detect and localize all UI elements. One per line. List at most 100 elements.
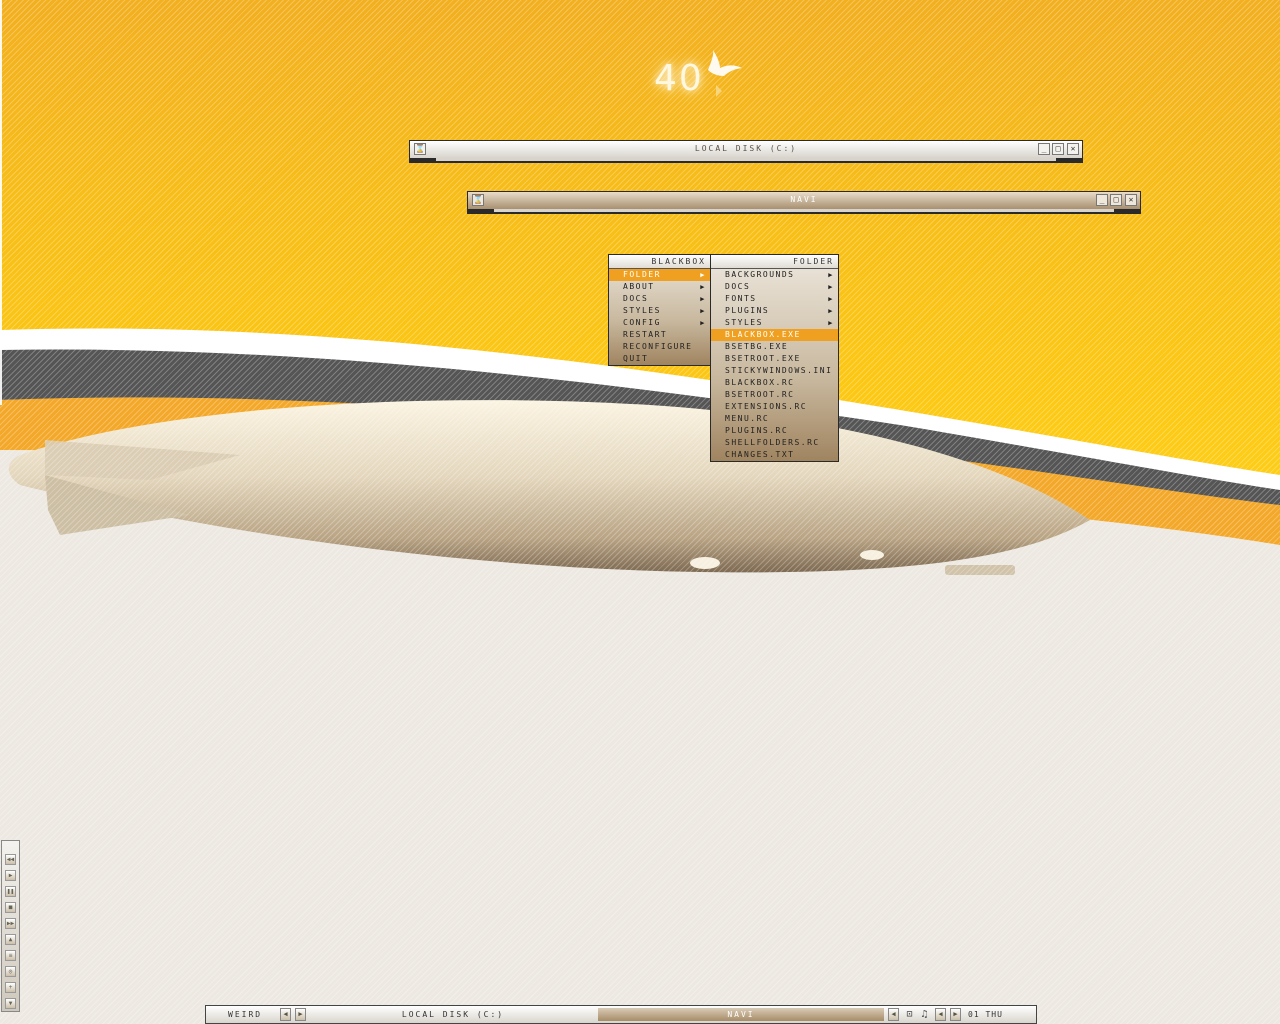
root-menu-title[interactable]: BLACKBOX [609, 255, 710, 269]
menu-item-bsetbg-exe[interactable]: BSETBG.EXE [711, 341, 838, 353]
menu-item-label: DOCS [725, 282, 751, 291]
menu-item-reconfigure[interactable]: RECONFIGURE [609, 341, 710, 353]
menu-item-styles[interactable]: STYLES ▶ [711, 317, 838, 329]
window-title: LOCAL DISK (C:) [694, 144, 798, 153]
close-icon[interactable]: ✕ [1125, 194, 1137, 206]
menu-item-shellfolders-rc[interactable]: SHELLFOLDERS.RC [711, 437, 838, 449]
menu-item-label: RECONFIGURE [623, 342, 693, 351]
menu-item-restart[interactable]: RESTART [609, 329, 710, 341]
playlist-icon[interactable]: ≡ [5, 950, 16, 961]
menu-item-docs[interactable]: DOCS ▶ [711, 281, 838, 293]
maximize-icon[interactable]: □ [1052, 143, 1064, 155]
desktop[interactable]: 40 ⌛ LOCAL DISK (C:) _ □ ✕ ⌛ NAVI _ □ ✕ … [0, 0, 1280, 1024]
rewind-icon[interactable]: ◀◀ [5, 854, 16, 865]
folder-menu-title[interactable]: FOLDER [711, 255, 838, 269]
menu-item-extensions-rc[interactable]: EXTENSIONS.RC [711, 401, 838, 413]
tray-volume-icon[interactable]: ♫ [918, 1008, 931, 1021]
menu-item-label: BACKGROUNDS [725, 270, 795, 279]
minimize-icon[interactable]: _ [1096, 194, 1108, 206]
menu-item-folder[interactable]: FOLDER ▶ [609, 269, 710, 281]
menu-item-label: FOLDER [623, 270, 661, 279]
arrow-left-icon[interactable]: ◀ [935, 1008, 946, 1021]
submenu-arrow-icon: ▶ [700, 307, 706, 315]
menu-item-label: PLUGINS.RC [725, 426, 789, 435]
submenu-arrow-icon: ▶ [700, 295, 706, 303]
menu-item-label: DOCS [623, 294, 649, 303]
tray-network-icon[interactable]: ⊡ [903, 1008, 916, 1021]
workspace-label[interactable]: WEIRD [228, 1008, 288, 1021]
pause-icon[interactable]: ❚❚ [5, 886, 16, 897]
eject-icon[interactable]: ▲ [5, 934, 16, 945]
arrow-left-icon[interactable]: ◀ [888, 1008, 899, 1021]
menu-item-label: EXTENSIONS.RC [725, 402, 808, 411]
menu-item-about[interactable]: ABOUT ▶ [609, 281, 710, 293]
maximize-icon[interactable]: □ [1110, 194, 1122, 206]
folder-menu[interactable]: FOLDER BACKGROUNDS ▶ DOCS ▶ FONTS ▶ PLUGINS… [710, 254, 839, 462]
menu-item-label: MENU.RC [725, 414, 770, 423]
arrow-right-icon[interactable]: ▶ [950, 1008, 961, 1021]
window-titlebar[interactable]: ⌛ LOCAL DISK (C:) _ □ ✕ [410, 141, 1082, 159]
menu-item-bsetroot-exe[interactable]: BSETROOT.EXE [711, 353, 838, 365]
submenu-arrow-icon: ▶ [828, 295, 834, 303]
submenu-arrow-icon: ▶ [828, 307, 834, 315]
menu-item-label: PLUGINS [725, 306, 770, 315]
menu-item-menu-rc[interactable]: MENU.RC [711, 413, 838, 425]
volume-up-icon[interactable]: + [5, 982, 16, 993]
stop-icon[interactable]: ■ [5, 902, 16, 913]
root-menu[interactable]: BLACKBOX FOLDER ▶ ABOUT ▶ DOCS ▶ STYLES ▶ CO… [608, 254, 711, 366]
window-local-disk[interactable]: ⌛ LOCAL DISK (C:) _ □ ✕ [409, 140, 1083, 163]
submenu-arrow-icon: ▶ [828, 283, 834, 291]
menu-item-label: STICKYWINDOWS.INI [725, 366, 833, 375]
menu-item-label: BSETBG.EXE [725, 342, 789, 351]
menu-item-label: BSETROOT.EXE [725, 354, 801, 363]
window-title: NAVI [790, 195, 818, 204]
screen-edge [0, 0, 2, 405]
toolbar: WEIRD ◀ ▶ LOCAL DISK (C:) NAVI ◀ ⊡ ♫ ◀ ▶… [205, 1005, 1037, 1024]
menu-item-label: BSETROOT.RC [725, 390, 795, 399]
volume-down-icon[interactable]: ▼ [5, 998, 16, 1009]
menu-item-styles[interactable]: STYLES ▶ [609, 305, 710, 317]
window-titlebar[interactable]: ⌛ NAVI _ □ ✕ [468, 192, 1140, 210]
menu-item-changes-txt[interactable]: CHANGES.TXT [711, 449, 838, 461]
submenu-arrow-icon: ▶ [828, 319, 834, 327]
arrow-left-icon[interactable]: ◀ [280, 1008, 291, 1021]
menu-item-quit[interactable]: QUIT [609, 353, 710, 365]
menu-item-label: ABOUT [623, 282, 655, 291]
menu-item-label: BLACKBOX.RC [725, 378, 795, 387]
close-icon[interactable]: ✕ [1067, 143, 1079, 155]
menu-item-label: STYLES [623, 306, 661, 315]
menu-item-docs[interactable]: DOCS ▶ [609, 293, 710, 305]
menu-item-plugins-rc[interactable]: PLUGINS.RC [711, 425, 838, 437]
menu-item-stickywindows-ini[interactable]: STICKYWINDOWS.INI [711, 365, 838, 377]
menu-item-label: CONFIG [623, 318, 661, 327]
task-local-disk[interactable]: LOCAL DISK (C:) [310, 1008, 596, 1021]
logo-text: 40 [654, 58, 704, 99]
window-handle[interactable] [468, 209, 1140, 213]
menu-item-blackbox-rc[interactable]: BLACKBOX.RC [711, 377, 838, 389]
task-navi[interactable]: NAVI [598, 1008, 884, 1021]
menu-item-label: SHELLFOLDERS.RC [725, 438, 820, 447]
menu-item-label: STYLES [725, 318, 763, 327]
menu-item-plugins[interactable]: PLUGINS ▶ [711, 305, 838, 317]
menu-item-fonts[interactable]: FONTS ▶ [711, 293, 838, 305]
minimize-icon[interactable]: _ [1038, 143, 1050, 155]
menu-item-label: CHANGES.TXT [725, 450, 795, 459]
submenu-arrow-icon: ▶ [700, 319, 706, 327]
menu-item-label: RESTART [623, 330, 668, 339]
submenu-arrow-icon: ▶ [828, 271, 834, 279]
arrow-right-icon[interactable]: ▶ [295, 1008, 306, 1021]
menu-item-bsetroot-rc[interactable]: BSETROOT.RC [711, 389, 838, 401]
play-icon[interactable]: ▶ [5, 870, 16, 881]
menu-item-label: FONTS [725, 294, 757, 303]
clock[interactable]: 01 THU 16:09 [968, 1008, 1036, 1024]
menu-item-config[interactable]: CONFIG ▶ [609, 317, 710, 329]
fast-forward-icon[interactable]: ▶▶ [5, 918, 16, 929]
submenu-arrow-icon: ▶ [700, 283, 706, 291]
window-navi[interactable]: ⌛ NAVI _ □ ✕ [467, 191, 1141, 214]
slit-media-controls: ◀◀ ▶ ❚❚ ■ ▶▶ ▲ ≡ ◎ + ▼ [1, 840, 20, 1012]
submenu-arrow-icon: ▶ [700, 271, 706, 279]
window-handle[interactable] [410, 158, 1082, 162]
shuffle-icon[interactable]: ◎ [5, 966, 16, 977]
menu-item-blackbox-exe[interactable]: BLACKBOX.EXE [711, 329, 838, 341]
menu-item-backgrounds[interactable]: BACKGROUNDS ▶ [711, 269, 838, 281]
